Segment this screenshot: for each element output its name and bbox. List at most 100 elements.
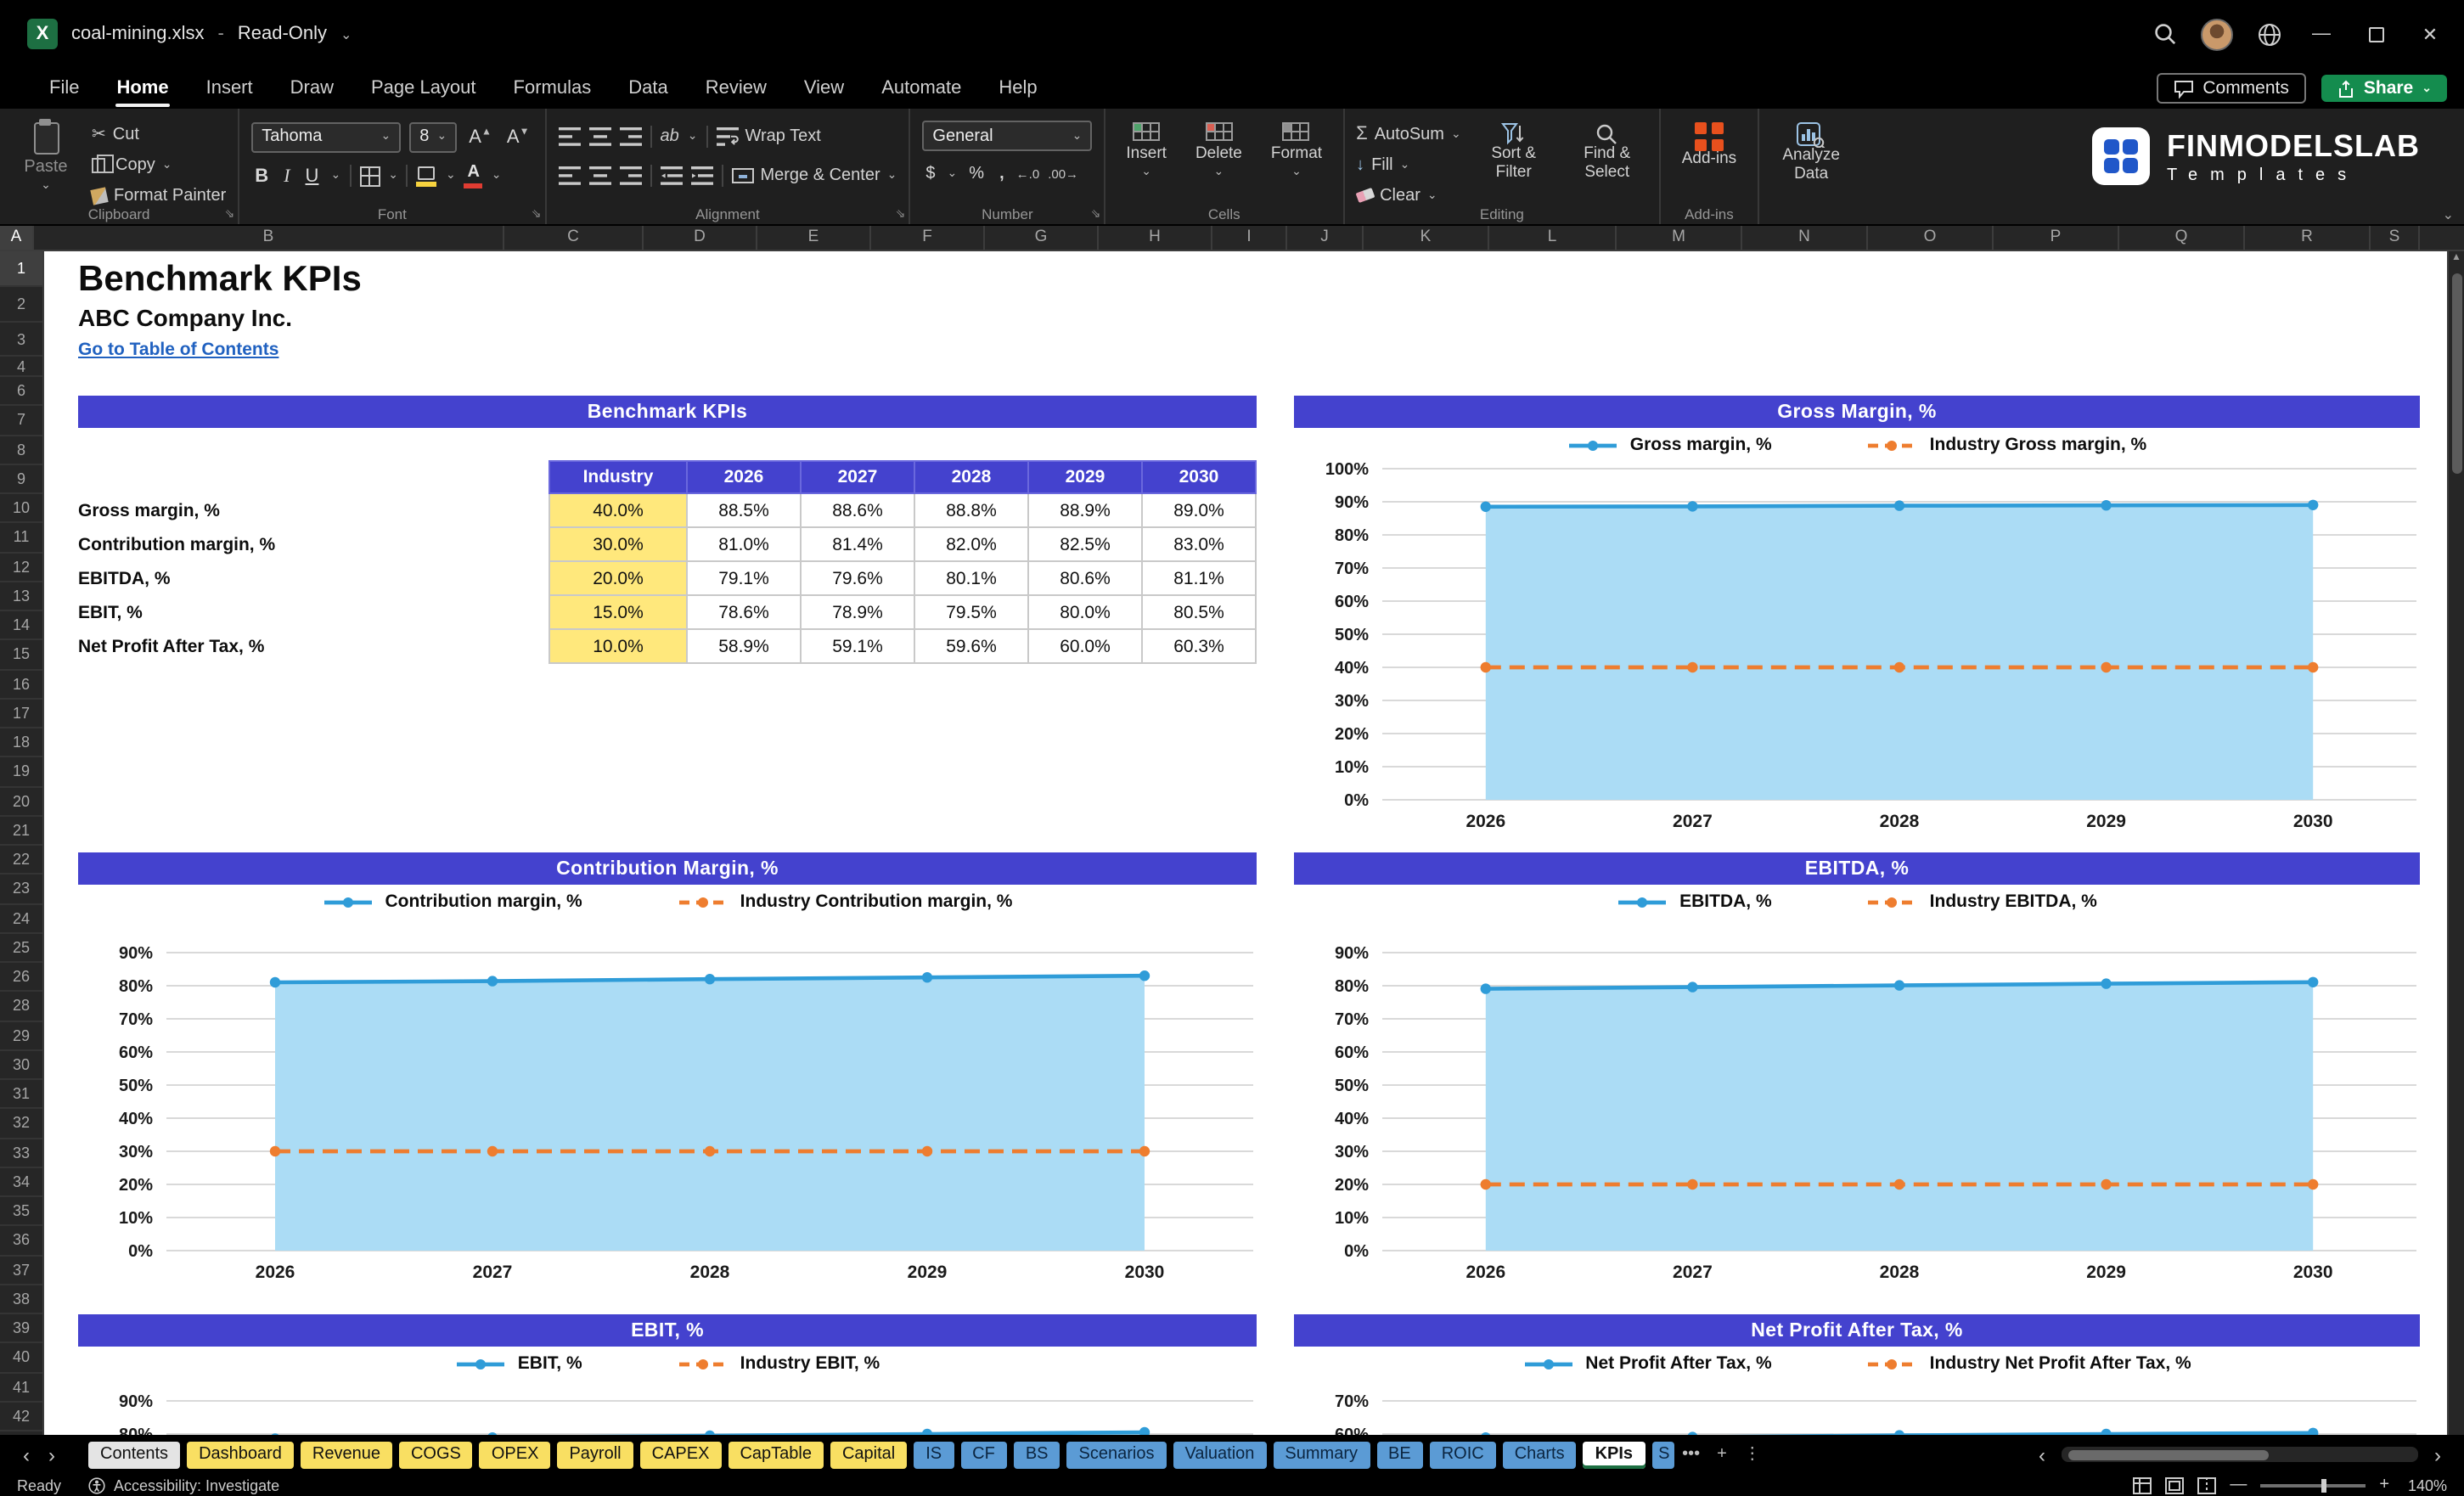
align-right-icon[interactable]	[619, 166, 642, 185]
sheet-tab-dashboard[interactable]: Dashboard	[187, 1441, 294, 1468]
column-header-B[interactable]: B	[34, 226, 504, 250]
menu-data[interactable]: Data	[610, 71, 687, 105]
kpi-value-cell[interactable]: 60.0%	[1029, 630, 1143, 664]
row-header-35[interactable]: 35	[0, 1197, 42, 1227]
sheet-tab-cf[interactable]: CF	[960, 1441, 1007, 1468]
tab-scroll-right-icon[interactable]: ›	[39, 1444, 65, 1465]
kpi-value-cell[interactable]: 59.1%	[802, 630, 915, 664]
add-ins-button[interactable]: Add-ins	[1674, 117, 1745, 170]
row-header-28[interactable]: 28	[0, 993, 42, 1021]
column-header-D[interactable]: D	[644, 226, 757, 250]
number-format-select[interactable]: General ⌄	[922, 121, 1093, 151]
page-layout-view-icon[interactable]	[2165, 1476, 2185, 1493]
decrease-decimal-button[interactable]: .00→	[1048, 166, 1078, 182]
column-header-N[interactable]: N	[1742, 226, 1868, 250]
comma-style-button[interactable]: ,	[996, 165, 1008, 183]
column-header-E[interactable]: E	[757, 226, 871, 250]
sheet-canvas[interactable]: Benchmark KPIs ABC Company Inc. Go to Ta…	[44, 251, 2464, 1435]
font-color-button[interactable]: A	[464, 163, 483, 188]
sheet-tab-be[interactable]: BE	[1376, 1441, 1423, 1468]
row-header-39[interactable]: 39	[0, 1314, 42, 1344]
hscroll-right-icon[interactable]: ›	[2425, 1444, 2450, 1465]
column-header-C[interactable]: C	[504, 226, 644, 250]
menu-view[interactable]: View	[785, 71, 863, 105]
row-header-22[interactable]: 22	[0, 846, 42, 875]
column-header-G[interactable]: G	[985, 226, 1099, 250]
kpi-value-cell[interactable]: 80.6%	[1029, 562, 1143, 596]
row-header-33[interactable]: 33	[0, 1139, 42, 1168]
row-header-29[interactable]: 29	[0, 1021, 42, 1051]
zoom-slider[interactable]	[2260, 1478, 2366, 1492]
column-header-Q[interactable]: Q	[2119, 226, 2245, 250]
sheet-tab-kpis[interactable]: KPIs	[1583, 1441, 1645, 1468]
row-header-25[interactable]: 25	[0, 934, 42, 963]
bold-button[interactable]: B	[251, 166, 272, 186]
row-header-19[interactable]: 19	[0, 758, 42, 787]
decrease-indent-icon[interactable]	[660, 166, 683, 185]
row-header-3[interactable]: 3	[0, 323, 42, 357]
row-header-38[interactable]: 38	[0, 1285, 42, 1314]
align-middle-icon[interactable]	[588, 127, 611, 146]
kpi-value-cell[interactable]: 79.6%	[802, 562, 915, 596]
row-header-10[interactable]: 10	[0, 494, 42, 524]
sheet-tab-capital[interactable]: Capital	[830, 1441, 908, 1468]
kpi-value-cell[interactable]: 80.0%	[1029, 596, 1143, 630]
row-header-42[interactable]: 42	[0, 1403, 42, 1431]
menu-formulas[interactable]: Formulas	[495, 71, 610, 105]
kpi-value-cell[interactable]: 81.0%	[688, 528, 802, 562]
sheet-tab-capex[interactable]: CAPEX	[639, 1441, 722, 1468]
row-header-12[interactable]: 12	[0, 553, 42, 582]
column-header-S[interactable]: S	[2371, 226, 2420, 250]
excel-app-icon[interactable]: X	[27, 19, 58, 49]
row-header-34[interactable]: 34	[0, 1168, 42, 1197]
analyze-data-button[interactable]: Analyze Data	[1770, 117, 1852, 185]
clear-button[interactable]: Clear ⌄	[1354, 183, 1461, 207]
kpi-value-cell[interactable]: 82.0%	[915, 528, 1029, 562]
zoom-slider-thumb[interactable]	[2321, 1478, 2327, 1492]
accessibility-status[interactable]: Accessibility: Investigate	[88, 1476, 279, 1493]
row-header-6[interactable]: 6	[0, 377, 42, 407]
align-left-icon[interactable]	[558, 166, 581, 185]
kpi-value-cell[interactable]: 79.5%	[915, 596, 1029, 630]
fill-color-button[interactable]	[416, 166, 437, 186]
dialog-launcher-icon[interactable]: ⇘	[1091, 207, 1101, 221]
sheet-tab-payroll[interactable]: Payroll	[557, 1441, 633, 1468]
tab-menu-icon[interactable]: ⋮	[1735, 1445, 1769, 1464]
chevron-down-icon[interactable]: ⌄	[340, 26, 352, 42]
row-header-14[interactable]: 14	[0, 611, 42, 641]
menu-insert[interactable]: Insert	[188, 71, 272, 105]
row-header-4[interactable]: 4	[0, 357, 42, 377]
underline-button[interactable]: U	[302, 166, 323, 186]
shrink-font-button[interactable]: A▼	[503, 127, 533, 147]
close-button[interactable]: ✕	[2403, 3, 2457, 65]
column-header-K[interactable]: K	[1364, 226, 1489, 250]
industry-value-cell[interactable]: 40.0%	[548, 494, 688, 528]
minimize-button[interactable]: —	[2294, 3, 2349, 65]
comments-button[interactable]: Comments	[2157, 73, 2306, 104]
align-center-icon[interactable]	[588, 166, 611, 185]
row-header-30[interactable]: 30	[0, 1051, 42, 1080]
readonly-label[interactable]: Read-Only	[238, 24, 327, 44]
sheet-tab-roic[interactable]: ROIC	[1429, 1441, 1496, 1468]
row-header-8[interactable]: 8	[0, 436, 42, 465]
kpi-value-cell[interactable]: 58.9%	[688, 630, 802, 664]
sheet-tab-opex[interactable]: OPEX	[479, 1441, 551, 1468]
column-header-O[interactable]: O	[1868, 226, 1994, 250]
avatar[interactable]	[2201, 18, 2233, 50]
row-header-23[interactable]: 23	[0, 875, 42, 904]
kpi-value-cell[interactable]: 81.1%	[1143, 562, 1257, 596]
sheet-tab-charts[interactable]: Charts	[1502, 1441, 1577, 1468]
menu-home[interactable]: Home	[98, 71, 187, 107]
row-header-41[interactable]: 41	[0, 1373, 42, 1403]
menu-page-layout[interactable]: Page Layout	[352, 71, 495, 105]
hscroll-left-icon[interactable]: ‹	[2029, 1444, 2055, 1465]
row-header-1[interactable]: 1	[0, 251, 42, 287]
column-header-H[interactable]: H	[1099, 226, 1212, 250]
kpi-value-cell[interactable]: 83.0%	[1143, 528, 1257, 562]
find-select-button[interactable]: Find & Select	[1567, 117, 1648, 183]
kpi-value-cell[interactable]: 79.1%	[688, 562, 802, 596]
kpi-value-cell[interactable]: 88.8%	[915, 494, 1029, 528]
collapse-ribbon-icon[interactable]: ⌄	[2443, 207, 2454, 222]
row-header-36[interactable]: 36	[0, 1227, 42, 1256]
industry-value-cell[interactable]: 10.0%	[548, 630, 688, 664]
